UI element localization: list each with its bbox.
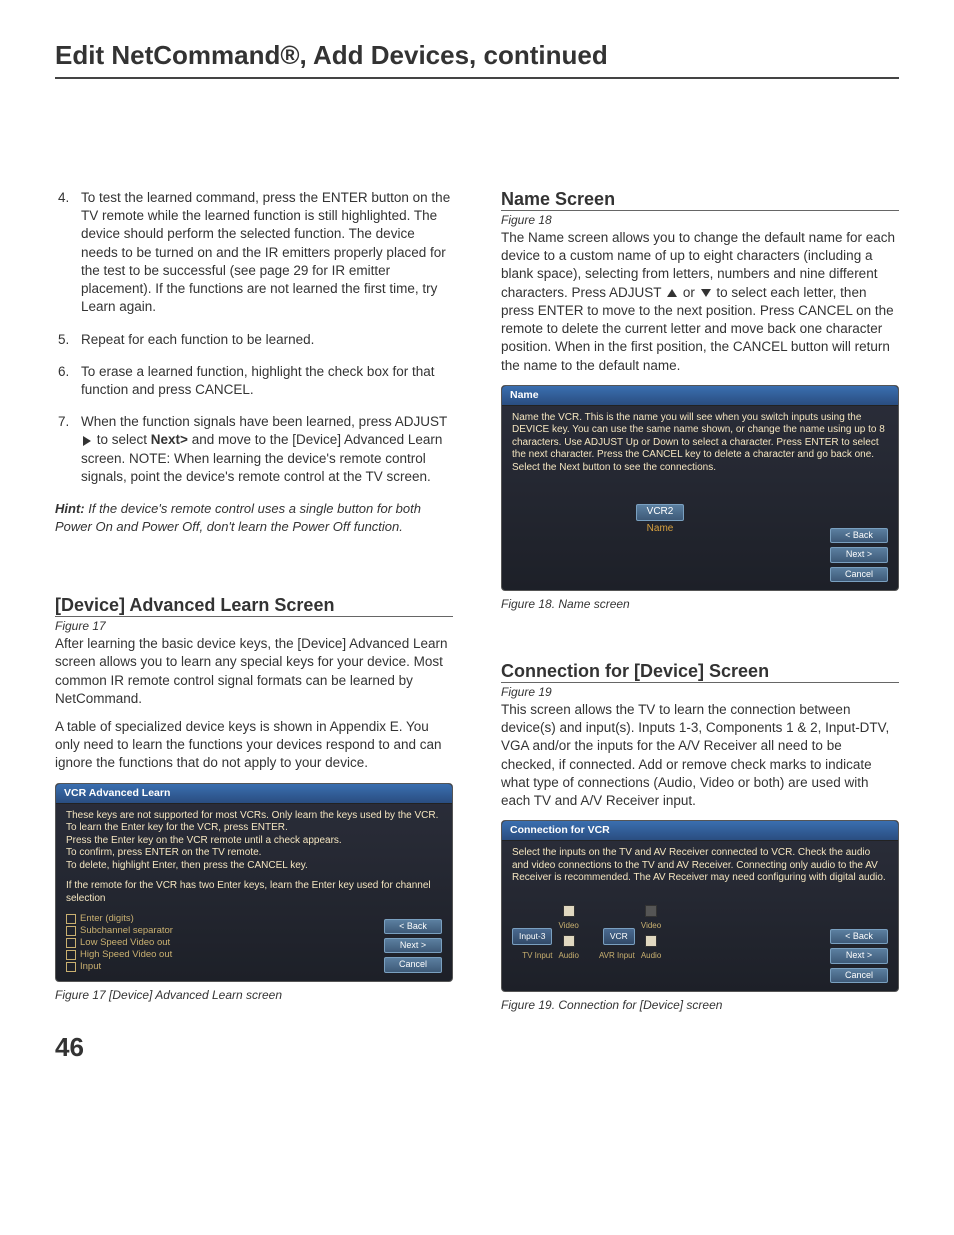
figure-17-panel: VCR Advanced Learn These keys are not su… <box>55 783 453 982</box>
fig17-t5: To delete, highlight Enter, then press t… <box>66 860 442 873</box>
figure-19-panel: Connection for VCR Select the inputs on … <box>501 820 899 992</box>
fig19-avr-group: VCR AVR Input Video Audio <box>599 905 661 961</box>
fig17-back-button: < Back <box>384 919 442 934</box>
adv-learn-title: [Device] Advanced Learn Screen <box>55 595 453 616</box>
steps-list: To test the learned command, press the E… <box>55 189 453 486</box>
conn-p: This screen allows the TV to learn the c… <box>501 701 899 810</box>
right-column: Name Screen Figure 18 The Name screen al… <box>501 189 899 1012</box>
checkbox-icon <box>66 950 76 960</box>
checkbox-icon <box>66 962 76 972</box>
fig19-tv-label: TV Input <box>522 951 552 961</box>
conn-figref: Figure 19 <box>501 685 899 699</box>
fig19-tv-video-check <box>563 905 575 917</box>
adv-p2: A table of specialized device keys is sh… <box>55 718 453 773</box>
conn-rule <box>501 682 899 683</box>
fig18-next-button: Next > <box>830 547 888 562</box>
fig19-avr-video-check <box>645 905 657 917</box>
name-screen-title: Name Screen <box>501 189 899 210</box>
fig18-name-label: Name <box>512 523 808 536</box>
fig17-item2: Subchannel separator <box>80 925 173 937</box>
step-7-next: Next> <box>151 432 188 447</box>
fig17-item1: Enter (digits) <box>80 913 134 925</box>
adjust-right-icon <box>83 436 91 446</box>
fig18-back-button: < Back <box>830 528 888 543</box>
page-number: 46 <box>55 1032 899 1063</box>
step-4: To test the learned command, press the E… <box>73 189 453 317</box>
left-column: To test the learned command, press the E… <box>55 189 453 1012</box>
step-6: To erase a learned function, highlight t… <box>73 363 453 399</box>
adv-rule <box>55 616 453 617</box>
fig17-next-button: Next > <box>384 938 442 953</box>
step-7b: to select <box>97 432 151 447</box>
name-p-b: or <box>683 285 699 300</box>
adv-p1: After learning the basic device keys, th… <box>55 635 453 708</box>
fig19-video-label-1: Video <box>559 921 579 931</box>
caption-17: Figure 17 [Device] Advanced Learn screen <box>55 988 453 1002</box>
fig19-title: Connection for VCR <box>502 821 898 841</box>
hint: Hint: If the device's remote control use… <box>55 500 453 535</box>
fig19-tv-audio-check <box>563 935 575 947</box>
fig19-video-label-2: Video <box>641 921 661 931</box>
step-7: When the function signals have been lear… <box>73 413 453 486</box>
figure-18-panel: Name Name the VCR. This is the name you … <box>501 385 899 591</box>
fig19-vcr-box: VCR <box>603 928 635 945</box>
hint-label: Hint: <box>55 501 85 516</box>
name-rule <box>501 210 899 211</box>
step-7a: When the function signals have been lear… <box>81 414 447 429</box>
fig19-avr-label: AVR Input <box>599 951 635 961</box>
fig17-t6: If the remote for the VCR has two Enter … <box>66 880 442 905</box>
fig19-instr: Select the inputs on the TV and AV Recei… <box>512 847 888 885</box>
fig18-cancel-button: Cancel <box>830 567 888 582</box>
name-p: The Name screen allows you to change the… <box>501 229 899 375</box>
adjust-up-icon <box>667 289 677 297</box>
fig19-back-button: < Back <box>830 929 888 944</box>
fig19-avr-audio-check <box>645 935 657 947</box>
checkbox-icon <box>66 914 76 924</box>
connection-title: Connection for [Device] Screen <box>501 661 899 682</box>
step-5: Repeat for each function to be learned. <box>73 331 453 349</box>
adv-figref: Figure 17 <box>55 619 453 633</box>
adjust-down-icon <box>701 289 711 297</box>
fig18-title: Name <box>502 386 898 406</box>
fig19-audio-label-1: Audio <box>558 951 578 961</box>
fig18-name-field: VCR2 <box>636 504 685 521</box>
fig19-audio-label-2: Audio <box>641 951 661 961</box>
fig17-t3: Press the Enter key on the VCR remote un… <box>66 835 442 848</box>
caption-18: Figure 18. Name screen <box>501 597 899 611</box>
page-title: Edit NetCommand®, Add Devices, continued <box>55 40 899 71</box>
fig17-t4: To confirm, press ENTER on the TV remote… <box>66 847 442 860</box>
fig18-instr: Name the VCR. This is the name you will … <box>512 412 888 475</box>
fig17-cancel-button: Cancel <box>384 957 442 972</box>
fig17-t2: To learn the Enter key for the VCR, pres… <box>66 822 442 835</box>
fig19-next-button: Next > <box>830 948 888 963</box>
caption-19: Figure 19. Connection for [Device] scree… <box>501 998 899 1012</box>
fig19-tv-group: Input-3 TV Input Video Audio <box>512 905 579 961</box>
hint-text: If the device's remote control uses a si… <box>55 501 421 534</box>
title-rule <box>55 77 899 79</box>
checkbox-icon <box>66 938 76 948</box>
fig19-input-box: Input-3 <box>512 928 552 945</box>
checkbox-icon <box>66 926 76 936</box>
fig19-cancel-button: Cancel <box>830 968 888 983</box>
fig17-item4: High Speed Video out <box>80 949 172 961</box>
fig17-item3: Low Speed Video out <box>80 937 170 949</box>
fig17-t1: These keys are not supported for most VC… <box>66 810 442 823</box>
fig17-item5: Input <box>80 961 101 973</box>
fig17-title: VCR Advanced Learn <box>56 784 452 804</box>
name-figref: Figure 18 <box>501 213 899 227</box>
